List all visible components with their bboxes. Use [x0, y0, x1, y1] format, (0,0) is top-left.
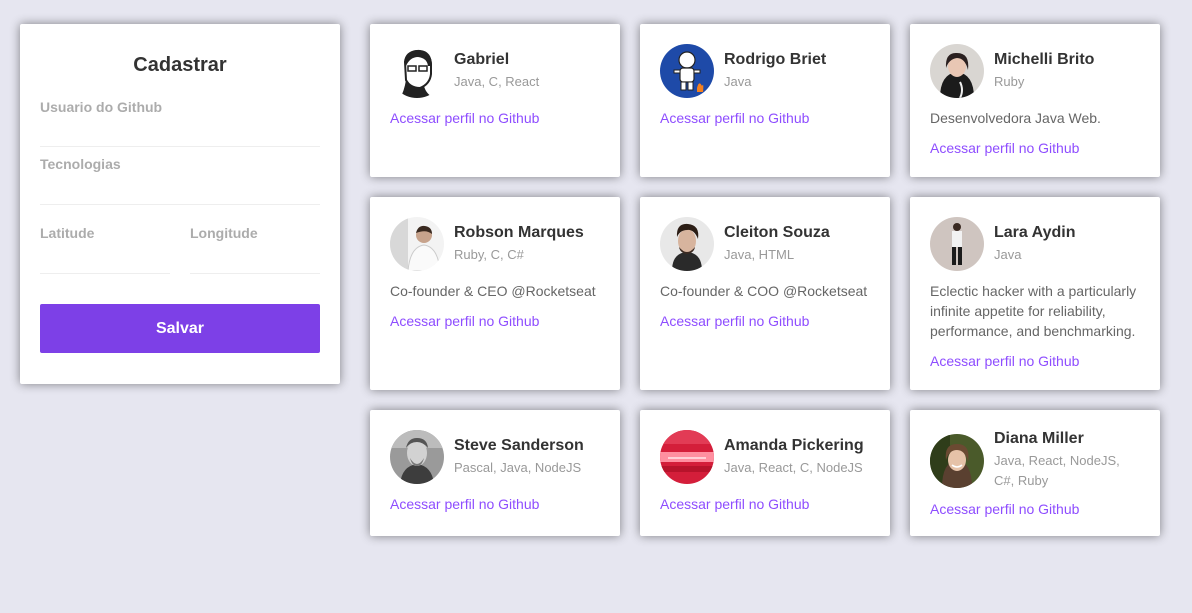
- github-profile-link[interactable]: Acessar perfil no Github: [930, 138, 1140, 158]
- github-profile-link[interactable]: Acessar perfil no Github: [660, 108, 870, 128]
- github-profile-link[interactable]: Acessar perfil no Github: [660, 311, 870, 331]
- longitude-field: Longitude: [190, 225, 320, 274]
- user-info: Robson Marques Ruby, C, C#: [454, 224, 584, 265]
- latitude-input[interactable]: [40, 241, 170, 274]
- coordinates-row: Latitude Longitude: [40, 225, 320, 274]
- dev-card-header: Gabriel Java, C, React: [390, 44, 600, 98]
- avatar: [390, 217, 444, 271]
- avatar: [930, 217, 984, 271]
- dev-card-header: Michelli Brito Ruby: [930, 44, 1140, 98]
- register-form-panel: Cadastrar Usuario do Github Tecnologias …: [20, 24, 340, 384]
- dev-name: Cleiton Souza: [724, 223, 830, 241]
- user-info: Steve Sanderson Pascal, Java, NodeJS: [454, 437, 584, 478]
- dev-card-header: Lara Aydin Java: [930, 217, 1140, 271]
- github-profile-link[interactable]: Acessar perfil no Github: [660, 494, 870, 514]
- dev-techs: Pascal, Java, NodeJS: [454, 459, 582, 475]
- dev-card: Amanda Pickering Java, React, C, NodeJS …: [640, 410, 890, 536]
- dev-name: Rodrigo Briet: [724, 50, 827, 68]
- dev-techs: Ruby, C, C#: [454, 246, 524, 262]
- avatar: [660, 44, 714, 98]
- dev-name: Steve Sanderson: [454, 436, 584, 454]
- github-username-label: Usuario do Github: [40, 99, 163, 115]
- dev-name: Amanda Pickering: [724, 436, 864, 454]
- dev-list: Gabriel Java, C, React Acessar perfil no…: [370, 24, 1160, 536]
- dev-techs: Java, HTML: [724, 246, 795, 262]
- latitude-field: Latitude: [40, 225, 170, 274]
- dev-name: Diana Miller: [994, 430, 1084, 447]
- dev-card: Cleiton Souza Java, HTML Co-founder & CO…: [640, 197, 890, 390]
- dev-techs: Java: [724, 73, 752, 89]
- techs-input[interactable]: [40, 172, 320, 205]
- avatar: [390, 430, 444, 484]
- dev-bio: Eclectic hacker with a particularly infi…: [930, 283, 1137, 339]
- dev-card-header: Rodrigo Briet Java: [660, 44, 870, 98]
- avatar: [390, 44, 444, 98]
- github-profile-link[interactable]: Acessar perfil no Github: [930, 351, 1140, 371]
- user-info: Michelli Brito Ruby: [994, 51, 1094, 92]
- dev-bio: Desenvolvedora Java Web.: [930, 110, 1101, 126]
- dev-card-header: Steve Sanderson Pascal, Java, NodeJS: [390, 430, 600, 484]
- dev-card-header: Robson Marques Ruby, C, C#: [390, 217, 600, 271]
- github-profile-link[interactable]: Acessar perfil no Github: [390, 494, 600, 514]
- dev-techs: Java, C, React: [454, 73, 540, 89]
- user-info: Gabriel Java, C, React: [454, 51, 539, 92]
- dev-card-header: Diana Miller Java, React, NodeJS, C#, Ru…: [930, 430, 1140, 491]
- dev-card: Diana Miller Java, React, NodeJS, C#, Ru…: [910, 410, 1160, 536]
- techs-label: Tecnologias: [40, 156, 121, 172]
- dev-name: Robson Marques: [454, 223, 584, 241]
- user-info: Rodrigo Briet Java: [724, 51, 826, 92]
- dev-name: Michelli Brito: [994, 50, 1095, 68]
- latitude-label: Latitude: [40, 225, 95, 241]
- user-info: Cleiton Souza Java, HTML: [724, 224, 830, 265]
- dev-card-header: Cleiton Souza Java, HTML: [660, 217, 870, 271]
- github-profile-link[interactable]: Acessar perfil no Github: [390, 108, 600, 128]
- dev-card: Lara Aydin Java Eclectic hacker with a p…: [910, 197, 1160, 390]
- dev-techs: Java: [994, 246, 1022, 262]
- avatar: [660, 430, 714, 484]
- avatar: [660, 217, 714, 271]
- avatar: [930, 44, 984, 98]
- github-username-field: Usuario do Github: [40, 99, 320, 147]
- dev-card-header: Amanda Pickering Java, React, C, NodeJS: [660, 430, 870, 484]
- form-title: Cadastrar: [133, 54, 227, 76]
- user-info: Diana Miller Java, React, NodeJS, C#, Ru…: [994, 430, 1140, 491]
- dev-name: Lara Aydin: [994, 223, 1076, 241]
- techs-field: Tecnologias: [40, 156, 320, 205]
- longitude-label: Longitude: [190, 225, 258, 241]
- dev-techs: Java, React, NodeJS, C#, Ruby: [994, 453, 1120, 488]
- dev-card: Gabriel Java, C, React Acessar perfil no…: [370, 24, 620, 177]
- github-profile-link[interactable]: Acessar perfil no Github: [930, 499, 1140, 519]
- dev-card: Rodrigo Briet Java Acessar perfil no Git…: [640, 24, 890, 177]
- github-username-input[interactable]: [40, 115, 320, 147]
- longitude-input[interactable]: [190, 241, 320, 274]
- dev-techs: Ruby: [994, 73, 1025, 89]
- user-info: Lara Aydin Java: [994, 224, 1076, 265]
- avatar: [930, 433, 984, 488]
- github-profile-link[interactable]: Acessar perfil no Github: [390, 311, 600, 331]
- dev-bio: Co-founder & CEO @Rocketseat: [390, 283, 596, 299]
- dev-techs: Java, React, C, NodeJS: [724, 459, 863, 475]
- save-button[interactable]: Salvar: [40, 304, 320, 353]
- register-form: Usuario do Github Tecnologias Latitude L…: [40, 99, 320, 353]
- dev-card: Robson Marques Ruby, C, C# Co-founder & …: [370, 197, 620, 390]
- dev-name: Gabriel: [454, 50, 510, 68]
- dev-bio: Co-founder & COO @Rocketseat: [660, 283, 868, 299]
- user-info: Amanda Pickering Java, React, C, NodeJS: [724, 437, 864, 478]
- dev-card: Michelli Brito Ruby Desenvolvedora Java …: [910, 24, 1160, 177]
- dev-card: Steve Sanderson Pascal, Java, NodeJS Ace…: [370, 410, 620, 536]
